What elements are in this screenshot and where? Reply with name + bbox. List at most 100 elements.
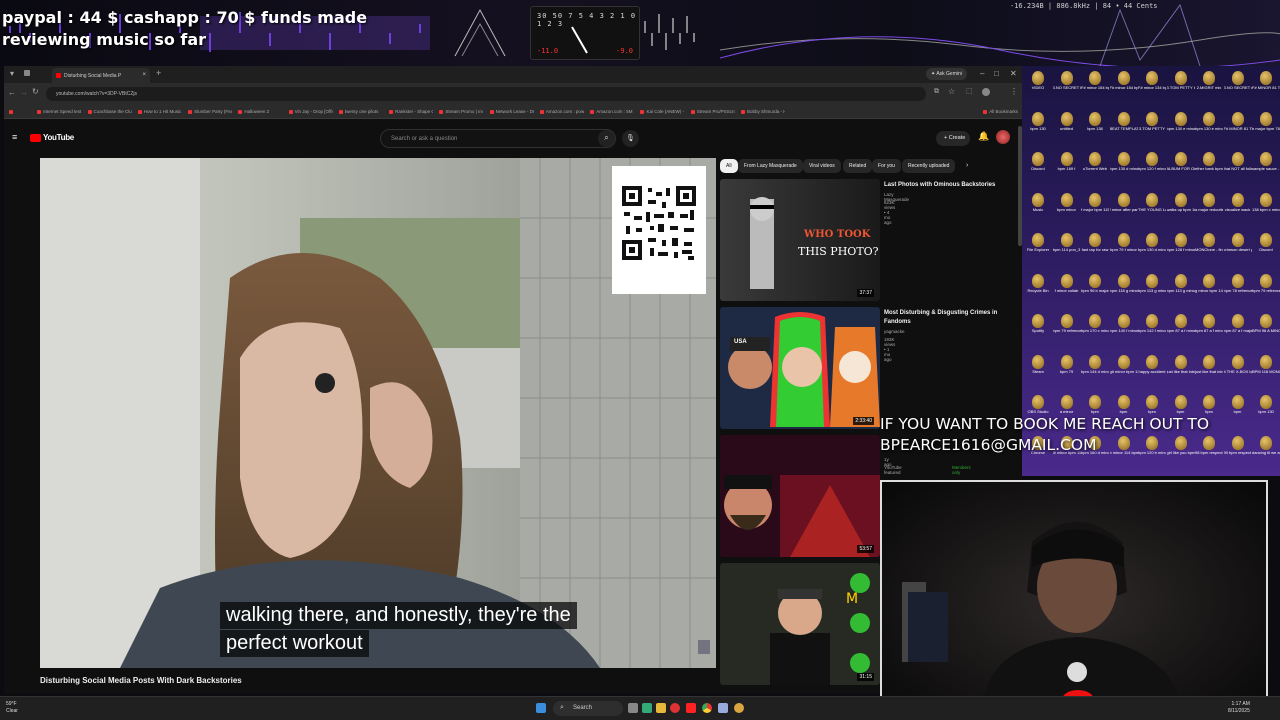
- address-bar[interactable]: youtube.com/watch?v=3DP-VBtCZjs: [46, 87, 926, 101]
- create-button[interactable]: + Create: [936, 131, 970, 146]
- desktop-icon[interactable]: f major bpm 115 caffeine: [1081, 192, 1109, 222]
- desktop-icon[interactable]: bpm 113 g minor: [1138, 273, 1166, 303]
- desktop-icon[interactable]: bpm 130 e minor: [1167, 111, 1195, 141]
- rec-channel[interactable]: YouTube featured: [884, 465, 902, 475]
- desktop-icon[interactable]: happy accident: [1138, 354, 1166, 384]
- desktop-icon[interactable]: 3.TOM PETTY: [1138, 111, 1166, 141]
- tab-group-icon[interactable]: [24, 70, 30, 76]
- forward-icon[interactable]: →: [20, 88, 28, 97]
- desktop-icon[interactable]: Music: [1024, 192, 1052, 222]
- mic-icon[interactable]: 🎙: [622, 130, 639, 147]
- bookmark-item[interactable]: Kai Cole (ANEW) - ..: [640, 109, 684, 114]
- desktop-icon[interactable]: g# minor bpm 115: [1110, 354, 1138, 384]
- desktop-icon[interactable]: fast rap for raw: [1081, 232, 1109, 262]
- desktop-icon[interactable]: bpm 120 f minor lT: [1138, 151, 1166, 181]
- desktop-icon[interactable]: Spotify: [1024, 313, 1052, 343]
- desktop-icon[interactable]: bpm 114 pon_3: [1053, 232, 1081, 262]
- desktop-icon[interactable]: Steam: [1024, 354, 1052, 384]
- desktop-icon[interactable]: F# minor 154 bpm no: [1110, 70, 1138, 100]
- desktop-icon[interactable]: MONCtone - final mix: [1195, 232, 1223, 262]
- back-icon[interactable]: ←: [8, 88, 16, 97]
- desktop-icon[interactable]: bpm 169 f: [1053, 151, 1081, 181]
- chip-all[interactable]: All: [720, 159, 738, 173]
- tab-close-icon[interactable]: ×: [142, 72, 146, 78]
- bookmark-item[interactable]: Stream Promo | Inve: [439, 109, 483, 114]
- desktop-icon[interactable]: F# minor 134 bpm no: [1138, 70, 1166, 100]
- profile-avatar[interactable]: [982, 88, 990, 96]
- desktop-icon[interactable]: untitled: [1053, 111, 1081, 141]
- desktop-icon[interactable]: F# minor 154 bpm no: [1081, 70, 1109, 100]
- widgets-icon[interactable]: [642, 703, 652, 713]
- desktop-icon[interactable]: just like that intro: [1195, 354, 1223, 384]
- desktop-icon[interactable]: walks up bpm 160 c: [1167, 192, 1195, 222]
- youtube-search-input[interactable]: Search or ask a question: [380, 129, 616, 148]
- desktop-icon[interactable]: g minor bpm 144 violin: [1195, 273, 1223, 303]
- desktop-icon[interactable]: F# MINOR 81 TUPA: [1224, 111, 1252, 141]
- desktop-icon[interactable]: bpm 138: [1081, 111, 1109, 141]
- rec-video-title[interactable]: Last Photos with Ominous Backstories: [884, 181, 1004, 190]
- desktop-icon[interactable]: bpm 142 f minor: [1138, 313, 1166, 343]
- desktop-icon[interactable]: bpm 113 g minor bpm: [1167, 273, 1195, 303]
- video-thumbnail[interactable]: WHO TOOK THIS PHOTO? 37:37: [720, 179, 880, 301]
- desktop-icon[interactable]: f minor after party bpm: [1110, 192, 1138, 222]
- desktop-icon[interactable]: visualize wack: [1224, 192, 1252, 222]
- desktop-icon[interactable]: bpm 79 f minor: [1110, 232, 1138, 262]
- bookmark-item[interactable]: How to 1 Hit Music: [138, 109, 182, 114]
- youtube-icon[interactable]: [686, 703, 696, 713]
- desktop-icon[interactable]: bpm 96 b major: [1081, 273, 1109, 303]
- desktop-icon[interactable]: bpm 140 f minor flow: [1110, 313, 1138, 343]
- desktop-icon[interactable]: bpm 170 c minor: [1081, 313, 1109, 343]
- system-clock[interactable]: 1:17 AM 8/11/2025: [1228, 701, 1250, 715]
- desktop-icon[interactable]: bpm 144 d minor: [1081, 354, 1109, 384]
- task-view-icon[interactable]: [628, 703, 638, 713]
- desktop-icon[interactable]: bpm 87 a f minor: [1195, 313, 1223, 343]
- bookmark-item[interactable]: Coachbase the Club: [88, 109, 132, 114]
- desktop-icon[interactable]: THE YOUNG LAD BPM 1: [1138, 192, 1166, 222]
- recommended-video[interactable]: USA 2:33:40 Most Disturbing & Disgusting…: [720, 307, 997, 429]
- channel-watermark-icon[interactable]: [698, 640, 710, 654]
- chrome-icon[interactable]: [702, 703, 712, 713]
- desktop-icon[interactable]: Recycle Bin: [1024, 273, 1052, 303]
- bookmark-item[interactable]: Bobby Shmurda - Hot Ni: [741, 109, 785, 114]
- desktop-icon[interactable]: bpm 118 g minor: [1110, 273, 1138, 303]
- new-tab-icon[interactable]: +: [156, 68, 161, 78]
- bookmark-item[interactable]: twenty one pilots: [339, 109, 383, 114]
- extensions-icon[interactable]: ⬚: [966, 87, 973, 95]
- desktop-icon[interactable]: that NOT all folks bpm: [1224, 151, 1252, 181]
- desktop-icon[interactable]: b major bpm 78 monday: [1252, 111, 1280, 141]
- desktop-icon[interactable]: bpm 87 a f major: [1224, 313, 1252, 343]
- minimize-icon[interactable]: –: [980, 69, 984, 78]
- desktop-icon[interactable]: bpm 130 d minor last: [1138, 232, 1166, 262]
- app-icon[interactable]: [718, 703, 728, 713]
- youtube-logo[interactable]: YouTube: [30, 133, 74, 142]
- rec-video-title[interactable]: Most Disturbing & Disgusting Crimes in F…: [884, 309, 1004, 327]
- recommended-video[interactable]: WHO TOOK THIS PHOTO? 37:37 Last Photos w…: [720, 179, 995, 301]
- menu-dots-icon[interactable]: ⋮: [1010, 87, 1018, 96]
- notification-bell-icon[interactable]: 🔔: [978, 131, 989, 142]
- desktop-icon[interactable]: crimson desert part 1: [1224, 232, 1252, 262]
- chip-for-you[interactable]: For you: [872, 159, 901, 173]
- desktop-icon[interactable]: a major redcutter bp: [1195, 192, 1223, 222]
- desktop-icon[interactable]: bpm 135 d minor then: [1110, 151, 1138, 181]
- desktop-icon[interactable]: bpm 130: [1024, 111, 1052, 141]
- desktop-icon[interactable]: 2.MIGRIT mix: [1195, 70, 1223, 100]
- desktop-icon[interactable]: uTorrent Web: [1081, 151, 1109, 181]
- bookmark-item[interactable]: Amazon.com : 5M C: [590, 109, 634, 114]
- desktop-icon[interactable]: 90 bpm respect e: [1224, 435, 1252, 465]
- tab-search-icon[interactable]: ▾: [10, 69, 14, 78]
- desktop-icon[interactable]: Discord: [1252, 232, 1280, 262]
- tab-youtube[interactable]: Disturbing Social Media P ×: [52, 68, 150, 83]
- weather-widget[interactable]: 59°F Clear: [6, 701, 18, 715]
- desktop-icon[interactable]: bpm 78 refrence a: [1224, 273, 1252, 303]
- desktop-icon[interactable]: File Explorer: [1024, 232, 1052, 262]
- apps-icon[interactable]: [9, 109, 31, 114]
- desktop-icon[interactable]: bpm 79 refrence a: [1252, 273, 1280, 303]
- close-window-icon[interactable]: ✕: [1010, 69, 1017, 78]
- recommended-video[interactable]: M 31:15: [720, 563, 886, 685]
- obs-icon[interactable]: [670, 703, 680, 713]
- desktop-icon[interactable]: 3.NO SECRET bpm no: [1053, 70, 1081, 100]
- file-explorer-icon[interactable]: [656, 703, 666, 713]
- desktop-icon[interactable]: sample sauce - Part_1: [1252, 151, 1280, 181]
- desktop-icon[interactable]: BPM 98 A MINOR: [1252, 313, 1280, 343]
- desktop-icon[interactable]: bpm 130: [1252, 394, 1280, 424]
